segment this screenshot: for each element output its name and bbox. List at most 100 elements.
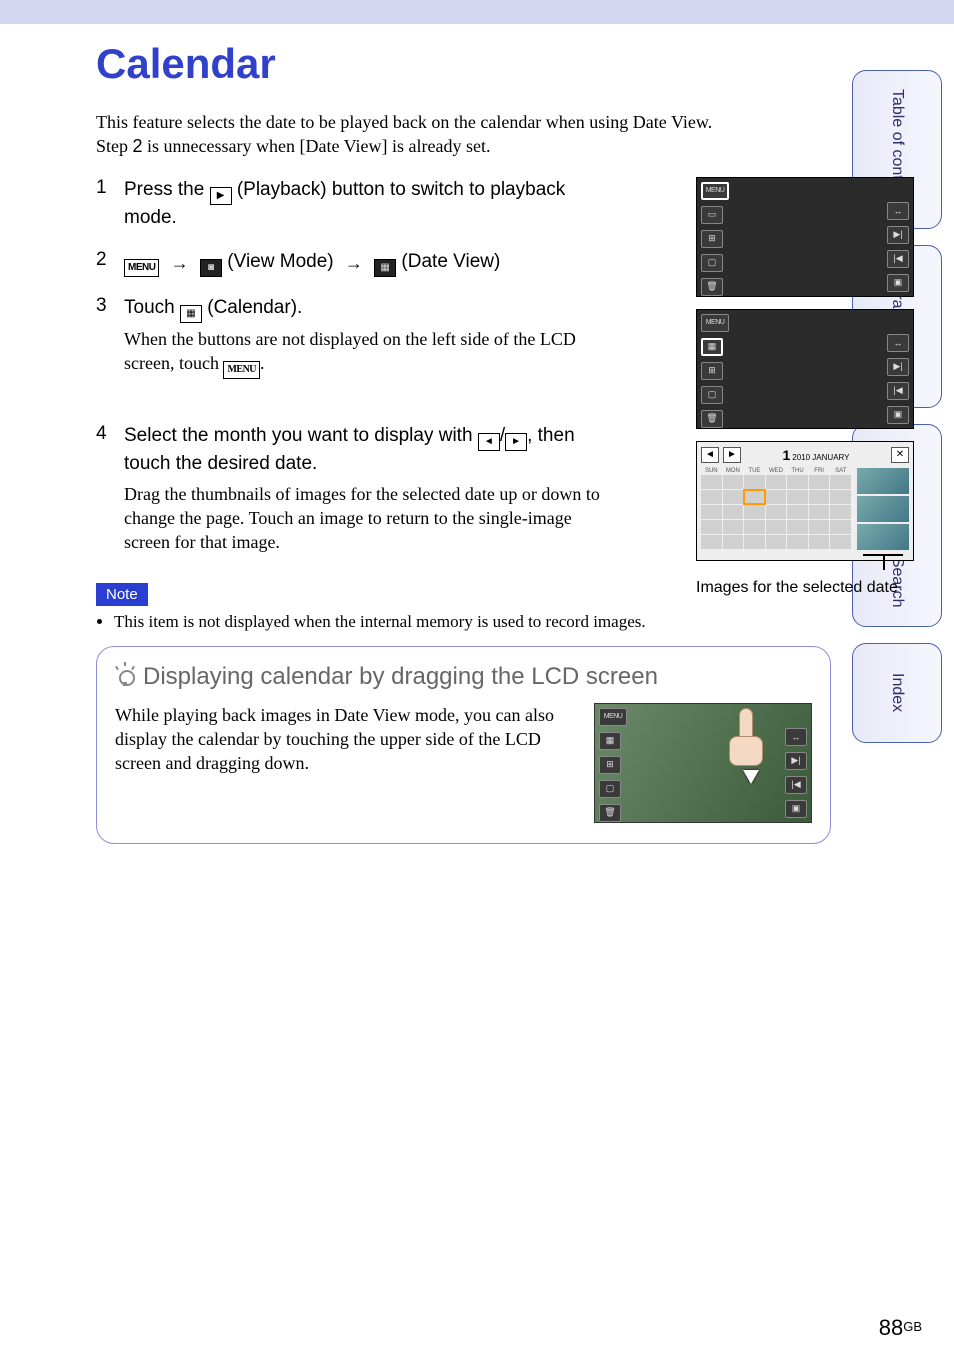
step3-body-b: . [260,353,265,373]
next-icon: ▶| [785,752,807,770]
calendar-cell [809,505,830,519]
calendar-icon: ▦ [599,732,621,750]
weekday-header: TUE [744,468,765,474]
note-list: This item is not displayed when the inte… [96,612,831,632]
tip-screenshot: MENU ▦ ⊞ ▢ 🗑 ↔ ▶| |◀ ▣ [594,703,812,823]
menu-icon: MENU [701,182,729,200]
tab-index[interactable]: Index [852,643,942,743]
playback-mode-icon: ▣ [785,800,807,818]
intro-line2a: Step [96,136,133,156]
note-item: This item is not displayed when the inte… [114,612,831,632]
calendar-cell [787,520,808,534]
calendar-cell [723,475,744,489]
figure-column: MENU ▭ ⊞ ▢ 🗑 ↔ ▶| |◀ ▣ MENU [696,177,914,597]
weekday-header: FRI [809,468,830,474]
slideshow-icon: ▢ [599,780,621,798]
calendar-cell [809,490,830,504]
next-month-button: ► [723,447,741,463]
playback-icon: ▶ [210,187,232,205]
menu-button-icon: MENU [223,361,260,379]
arrow-icon: → [345,251,363,276]
delete-icon: 🗑 [599,804,621,822]
delete-icon: 🗑 [701,278,723,296]
calendar-thumbnails [857,468,909,550]
prev-icon: |◀ [887,382,909,400]
view-mode-icon: ◙ [200,259,222,277]
calendar-cell [723,505,744,519]
thumbnail [857,524,909,550]
tip-box: Displaying calendar by dragging the LCD … [96,646,831,844]
intro-step-number: 2 [133,136,143,156]
display-icon: ↔ [785,728,807,746]
calendar-cell [766,490,787,504]
calendar-cell [809,535,830,549]
thumbnail [857,496,909,522]
step-2: MENU → ◙ (View Mode) → ▦ (Date View) [96,249,606,277]
step3-text-a: Touch [124,297,180,318]
calendar-cell [701,505,722,519]
calendar-day-number: 1 [782,447,790,463]
date-view-icon: ▦ [374,259,396,277]
intro-text: This feature selects the date to be play… [96,110,831,159]
weekday-header: SUN [701,468,722,474]
calendar-cell [809,475,830,489]
calendar-cell [723,490,744,504]
steps-list: Press the ▶ (Playback) button to switch … [96,177,606,555]
calendar-cell [744,535,765,549]
note-tag: Note [96,583,148,606]
callout-line [883,556,885,570]
calendar-cell [787,475,808,489]
calendar-grid-icon: ▦ [180,305,202,323]
arrow-icon: → [171,251,189,276]
calendar-grid: SUN MON TUE WED THU FRI SAT [701,468,851,549]
calendar-cell [701,475,722,489]
menu-button-icon: MENU [124,259,159,277]
calendar-cell [723,535,744,549]
calendar-cell [744,520,765,534]
date-view-label: (Date View) [396,251,500,272]
step3-body-a: When the buttons are not displayed on th… [124,329,576,373]
calendar-cell [830,520,851,534]
prev-icon: |◀ [887,250,909,268]
main-content: Calendar This feature selects the date t… [96,40,831,844]
index-icon: ⊞ [701,230,723,248]
delete-icon: 🗑 [701,410,723,428]
calendar-cell [701,535,722,549]
intro-line1: This feature selects the date to be play… [96,112,712,132]
weekday-header: SAT [830,468,851,474]
slideshow-icon: ▢ [701,254,723,272]
calendar-cell [701,490,722,504]
calendar-cell [701,520,722,534]
step4-text-a: Select the month you want to display wit… [124,425,478,446]
calendar-cell [744,475,765,489]
page-title: Calendar [96,40,831,88]
intro-line2b: is unnecessary when [Date View] is alrea… [143,136,491,156]
step3-text-b: (Calendar). [202,297,302,318]
drag-hand-illustration [727,708,765,768]
view-mode-label: (View Mode) [222,251,339,272]
playback-mode-icon: ▣ [887,406,909,424]
page-number-suffix: GB [903,1319,922,1334]
calendar-cell [830,535,851,549]
right-arrow-icon: ► [505,433,527,451]
menu-icon: MENU [701,314,729,332]
calendar-cell [766,475,787,489]
calendar-cell [830,490,851,504]
calendar-cell [744,505,765,519]
page-number: 88GB [879,1315,922,1341]
weekday-header: WED [766,468,787,474]
calendar-title: 12010 JANUARY [745,447,887,463]
display-icon: ↔ [887,202,909,220]
tip-title-text: Displaying calendar by dragging the LCD … [143,663,658,691]
page-number-value: 88 [879,1315,903,1340]
calendar-cell [787,505,808,519]
menu-icon: MENU [599,708,627,726]
next-icon: ▶| [887,226,909,244]
step-4: Select the month you want to display wit… [96,423,606,554]
weekday-header: THU [787,468,808,474]
index-icon: ⊞ [701,362,723,380]
lcd-screenshot-2: MENU ▦ ⊞ ▢ 🗑 ↔ ▶| |◀ ▣ [696,309,914,429]
step-3: Touch ▦ (Calendar). When the buttons are… [96,295,606,379]
calendar-cell [830,505,851,519]
prev-icon: |◀ [785,776,807,794]
